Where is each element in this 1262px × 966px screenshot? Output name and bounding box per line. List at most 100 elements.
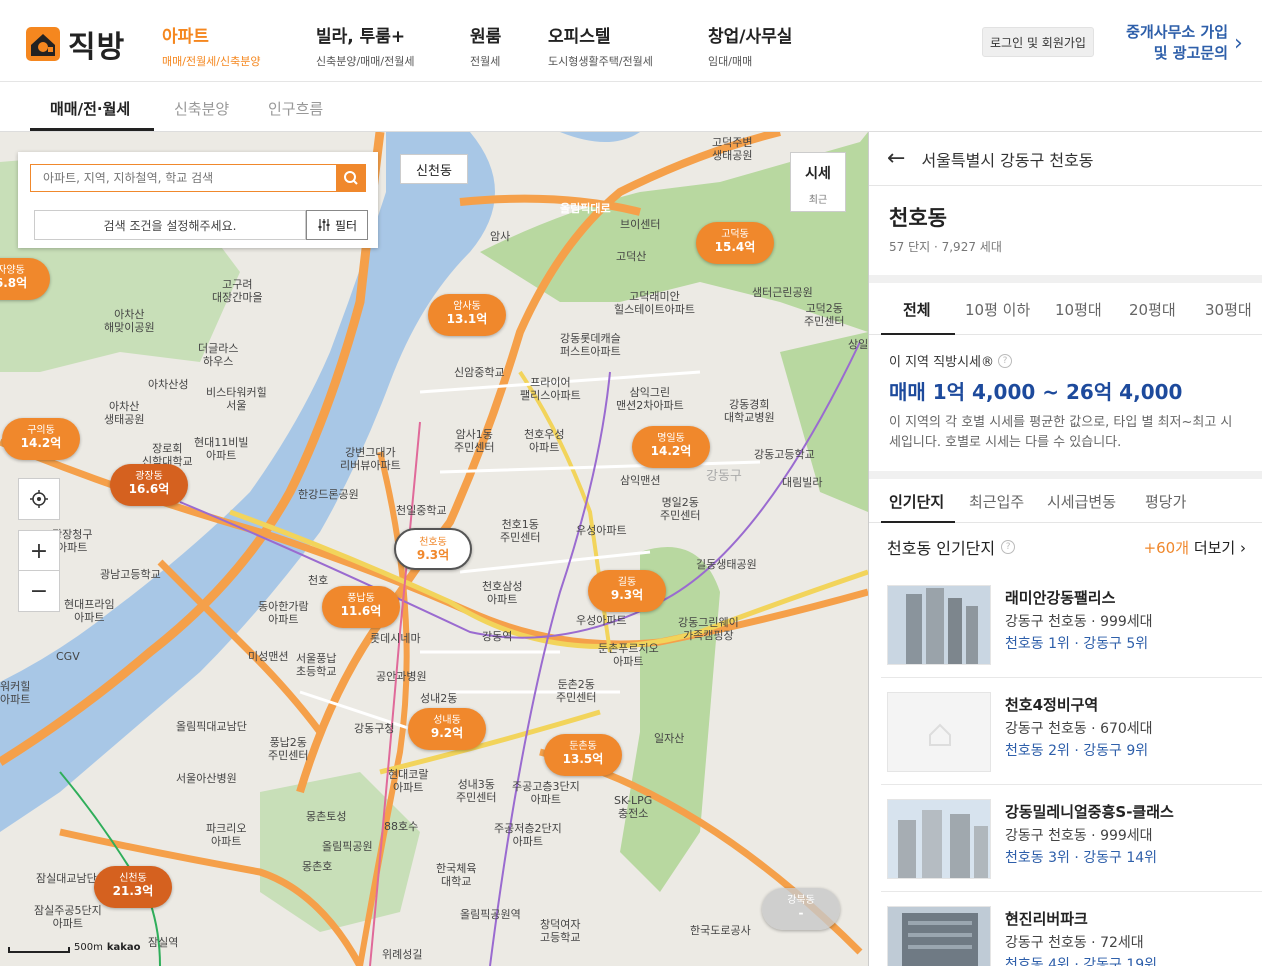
pin-value: 15.4억 <box>714 240 756 254</box>
map-view[interactable]: 고구려 대장간마을 아차산 해맞이공원 더글라스 하우스 아차산성 비스타워커힐 서울 … <box>0 132 868 966</box>
map-label: 동아한가람 아파트 <box>258 600 309 626</box>
map-label: 한국체육 대학교 <box>436 862 477 888</box>
map-label: 강동롯데캐슬 퍼스트아파트 <box>560 332 621 358</box>
house-placeholder-icon <box>929 723 951 746</box>
nav-title: 창업/사무실 <box>708 27 793 47</box>
tab-size-all[interactable]: 전체 <box>903 299 931 320</box>
map-label: SK-LPG 충전소 <box>614 794 653 820</box>
map-label: 한강드론공원 <box>298 488 359 501</box>
price-pin[interactable]: 길동 9.3억 <box>588 570 666 612</box>
price-section: 이 지역 직방시세® ? 매매 1억 4,000 ~ 26억 4,000 이 지… <box>869 335 1262 453</box>
tab-price-change[interactable]: 시세급변동 <box>1047 491 1116 512</box>
price-pin[interactable]: 구의동 14.2억 <box>2 418 80 460</box>
price-pin[interactable]: 둔촌동 13.5억 <box>544 734 622 776</box>
complex-item[interactable]: 래미안강동팰리스 강동구 천호동 · 999세대 천호동 1위 · 강동구 5위 <box>881 571 1262 678</box>
popular-title-text: 천호동 인기단지 <box>887 539 996 558</box>
tab-sale-rent[interactable]: 매매/전·월세 <box>50 98 130 119</box>
current-location-button[interactable] <box>18 478 60 520</box>
nav-oneroom[interactable]: 원룸 전월세 <box>470 22 501 69</box>
zoom-in-button[interactable]: + <box>18 530 60 572</box>
search-input[interactable] <box>30 164 336 192</box>
complex-item[interactable]: 현진리버파크 강동구 천호동 · 72세대 천호동 4위 · 강동구 19위 <box>881 892 1262 966</box>
map-label: 성내2동 <box>420 692 458 705</box>
price-range: 매매 1억 4,000 ~ 26억 4,000 <box>889 380 1183 404</box>
complex-name: 천호4정비구역 <box>1005 696 1099 714</box>
price-pin[interactable]: 자양동 6.8억 <box>0 258 50 300</box>
tab-popular[interactable]: 인기단지 <box>889 491 944 512</box>
nav-title: 빌라, 투룸+ <box>316 27 406 47</box>
zigbang-logo[interactable]: 직방 <box>24 22 125 66</box>
back-arrow-icon[interactable]: ← <box>887 146 905 171</box>
price-pin[interactable]: 풍납동 11.6억 <box>322 586 400 628</box>
map-label: 삼익맨션 <box>620 474 661 487</box>
tab-size-under10[interactable]: 10평 이하 <box>965 299 1030 320</box>
pin-area: 신천동 <box>119 873 147 884</box>
complex-name: 현진리버파크 <box>1005 910 1088 928</box>
sliders-icon <box>318 219 330 231</box>
map-label: 신암중학교 <box>454 366 505 379</box>
area-title: 천호동 <box>889 206 947 230</box>
zoom-out-button[interactable]: − <box>18 570 60 612</box>
help-icon[interactable]: ? <box>998 353 1012 368</box>
popular-header: 천호동 인기단지 ? +60개 더보기 › <box>869 523 1262 571</box>
complex-item[interactable]: 강동밀레니얼중흥S-클래스 강동구 천호동 · 999세대 천호동 3위 · 강… <box>881 785 1262 892</box>
pin-value: 14.2억 <box>20 436 62 450</box>
more-link[interactable]: +60개 더보기 › <box>1144 537 1246 558</box>
map-label: 주공고층3단지 아파트 <box>512 780 580 806</box>
map-label: 우성아파트 <box>576 524 627 537</box>
minus-icon: − <box>29 578 49 604</box>
tab-price-per-pyeong[interactable]: 평당가 <box>1145 491 1186 512</box>
price-pin[interactable]: 명일동 14.2억 <box>632 426 710 468</box>
price-pin[interactable]: 고덕동 15.4억 <box>696 222 774 264</box>
complex-info: 강동구 천호동 · 999세대 <box>1005 614 1153 630</box>
tab-size-10[interactable]: 10평대 <box>1055 299 1102 320</box>
nav-sub: 전월세 <box>470 55 501 68</box>
tab-new-sale[interactable]: 신축분양 <box>174 98 229 119</box>
agent-signup-link[interactable]: 중개사무소 가입 및 광고문의 <box>1116 22 1228 64</box>
price-layer-sub: 최근 <box>808 195 828 206</box>
search-button[interactable] <box>336 164 366 192</box>
nav-officetel[interactable]: 오피스텔 도시형생활주택/전월세 <box>548 22 653 69</box>
tab-size-20[interactable]: 20평대 <box>1129 299 1176 320</box>
tab-recent-move-in[interactable]: 최근입주 <box>969 491 1024 512</box>
road-label: 올림픽대로 <box>560 202 611 215</box>
pin-area: 자양동 <box>0 265 25 276</box>
map-label: 프라이어 팰리스아파트 <box>520 376 581 402</box>
login-signup-button[interactable]: 로그인 및 회원가입 <box>982 27 1094 57</box>
nav-office[interactable]: 창업/사무실 임대/매매 <box>708 22 792 69</box>
map-label: 현대프라임 아파트 <box>64 598 115 624</box>
price-pin[interactable]: 성내동 9.2억 <box>408 708 486 750</box>
complex-item[interactable]: 천호4정비구역 강동구 천호동 · 670세대 천호동 2위 · 강동구 9위 <box>881 678 1262 785</box>
map-label: 상일 <box>848 338 868 351</box>
price-pin[interactable]: 강북동 - <box>762 888 840 930</box>
price-pin[interactable]: 광장동 16.6억 <box>110 464 188 506</box>
filter-button[interactable]: 필터 <box>306 210 368 240</box>
map-label: 둔촌2동 주민센터 <box>556 678 597 704</box>
price-layer-toggle[interactable]: 시세 최근 <box>790 152 846 212</box>
map-label: 고구려 대장간마을 <box>212 278 263 304</box>
map-label: 광남고등학교 <box>100 568 161 581</box>
price-pin[interactable]: 암사동 13.1억 <box>428 294 506 336</box>
price-label-text: 이 지역 직방시세® <box>889 355 994 370</box>
active-tab-indicator <box>30 128 154 131</box>
map-label: 위례성길 <box>382 948 423 961</box>
map-label: 고덕주변 생태공원 <box>712 136 753 162</box>
nav-apartment[interactable]: 아파트 매매/전월세/신축분양 <box>162 22 261 69</box>
pin-area: 풍납동 <box>347 593 375 604</box>
tab-population[interactable]: 인구흐름 <box>268 98 323 119</box>
filter-hint[interactable]: 검색 조건을 설정해주세요. <box>34 210 306 240</box>
map-label: 대림빌라 <box>782 476 823 489</box>
placeholder-image <box>887 692 991 772</box>
help-icon[interactable]: ? <box>1001 540 1016 554</box>
nav-villa[interactable]: 빌라, 투룸+ 신축분양/매매/전월세 <box>316 22 415 69</box>
map-label: 아차산 생태공원 <box>104 400 145 426</box>
map-label: 현대11비빌 아파트 <box>194 436 249 462</box>
map-label: 강동구 <box>706 469 742 484</box>
price-pin[interactable]: 신천동 21.3억 <box>94 866 172 908</box>
map-label: 워커힐 아파트 <box>0 680 31 706</box>
district-chip[interactable]: 신천동 <box>400 154 468 184</box>
price-label: 이 지역 직방시세® ? <box>889 351 1242 370</box>
price-pin-selected[interactable]: 천호동 9.3억 <box>394 528 472 570</box>
tab-size-30[interactable]: 30평대 <box>1205 299 1252 320</box>
search-icon <box>344 171 358 185</box>
